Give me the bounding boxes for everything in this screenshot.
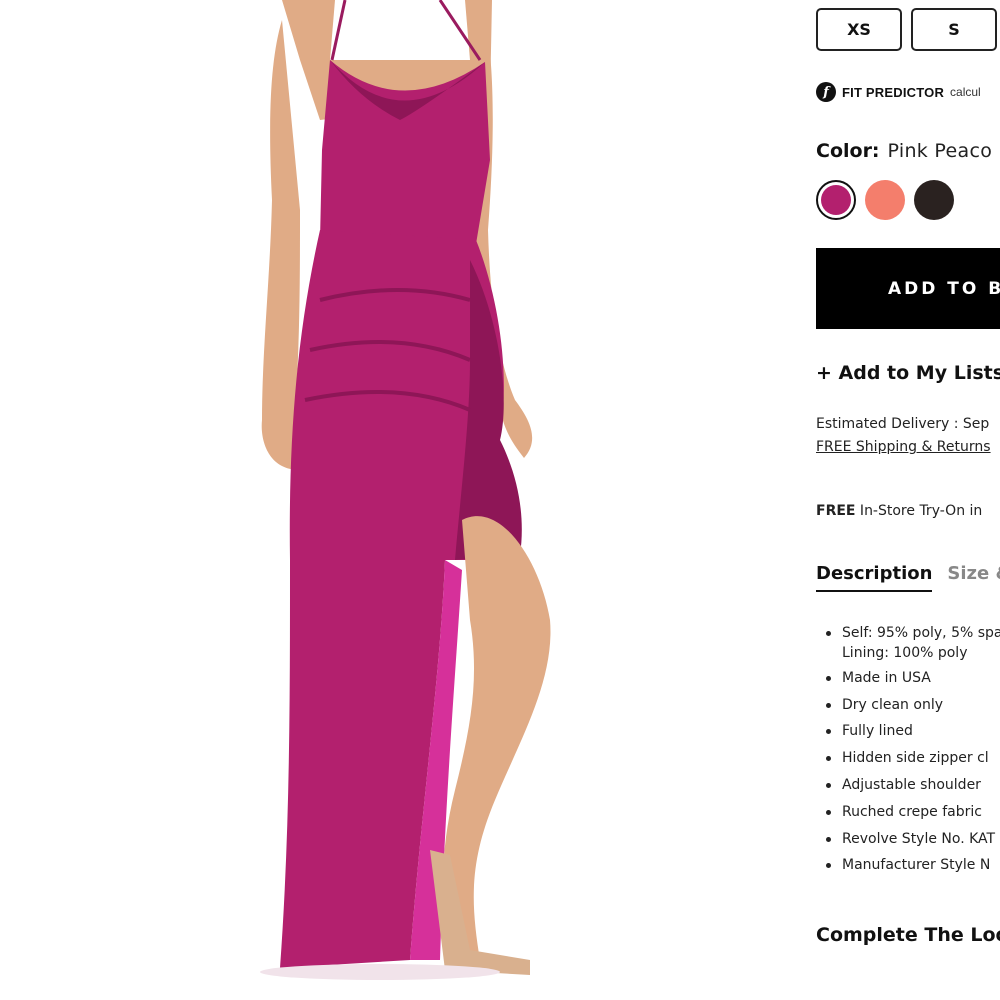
list-item: Revolve Style No. KAT — [824, 826, 1000, 853]
swatch-black[interactable] — [914, 180, 954, 220]
dress-photo — [260, 0, 551, 980]
size-selector: XS S — [816, 8, 1000, 51]
fit-predictor-icon: f — [816, 82, 836, 102]
free-shipping-link[interactable]: FREE Shipping & Returns — [816, 439, 991, 455]
color-label: Color: — [816, 140, 880, 162]
product-tabs: Description Size & — [816, 563, 1000, 592]
list-item: Adjustable shoulder — [824, 772, 1000, 799]
fit-predictor-subtext: calcul — [950, 85, 981, 99]
tab-size-fit[interactable]: Size & — [947, 563, 1000, 592]
list-item-subtext: Lining: 100% poly — [842, 644, 968, 661]
color-value: Pink Peaco — [887, 140, 993, 162]
size-button-xs[interactable]: XS — [816, 8, 902, 51]
color-swatches — [816, 180, 954, 220]
list-item: Made in USA — [824, 665, 1000, 692]
complete-the-look-heading: Complete The Loo — [816, 924, 1000, 946]
swatch-pink-peacock[interactable] — [816, 180, 856, 220]
add-to-bag-button[interactable]: ADD TO BA — [816, 248, 1000, 329]
list-item: Manufacturer Style N — [824, 852, 1000, 879]
list-item: Dry clean only — [824, 692, 1000, 719]
description-list: Self: 95% poly, 5% spa Lining: 100% poly… — [824, 620, 1000, 879]
list-item: Ruched crepe fabric — [824, 799, 1000, 826]
list-item: Hidden side zipper cl — [824, 745, 1000, 772]
add-to-my-lists-link[interactable]: + Add to My Lists — [816, 362, 1000, 384]
try-on-text: In-Store Try-On in — [855, 503, 983, 519]
color-selection: Color: Pink Peaco — [816, 140, 992, 162]
fit-predictor[interactable]: f FIT PREDICTOR calcul — [816, 82, 981, 102]
list-item-text: Self: 95% poly, 5% spa — [842, 625, 1000, 641]
in-store-try-on[interactable]: FREE In-Store Try-On in — [816, 503, 982, 519]
product-image[interactable] — [0, 0, 760, 1000]
swatch-coral[interactable] — [865, 180, 905, 220]
fit-predictor-label: FIT PREDICTOR — [842, 84, 945, 100]
estimated-delivery: Estimated Delivery : Sep — [816, 416, 990, 432]
size-button-s[interactable]: S — [911, 8, 997, 51]
list-item: Fully lined — [824, 718, 1000, 745]
product-details: XS S f FIT PREDICTOR calcul Color: Pink P… — [816, 0, 1000, 1000]
tab-description[interactable]: Description — [816, 563, 933, 592]
try-on-free-label: FREE — [816, 503, 856, 519]
list-item: Self: 95% poly, 5% spa Lining: 100% poly — [824, 620, 1000, 663]
